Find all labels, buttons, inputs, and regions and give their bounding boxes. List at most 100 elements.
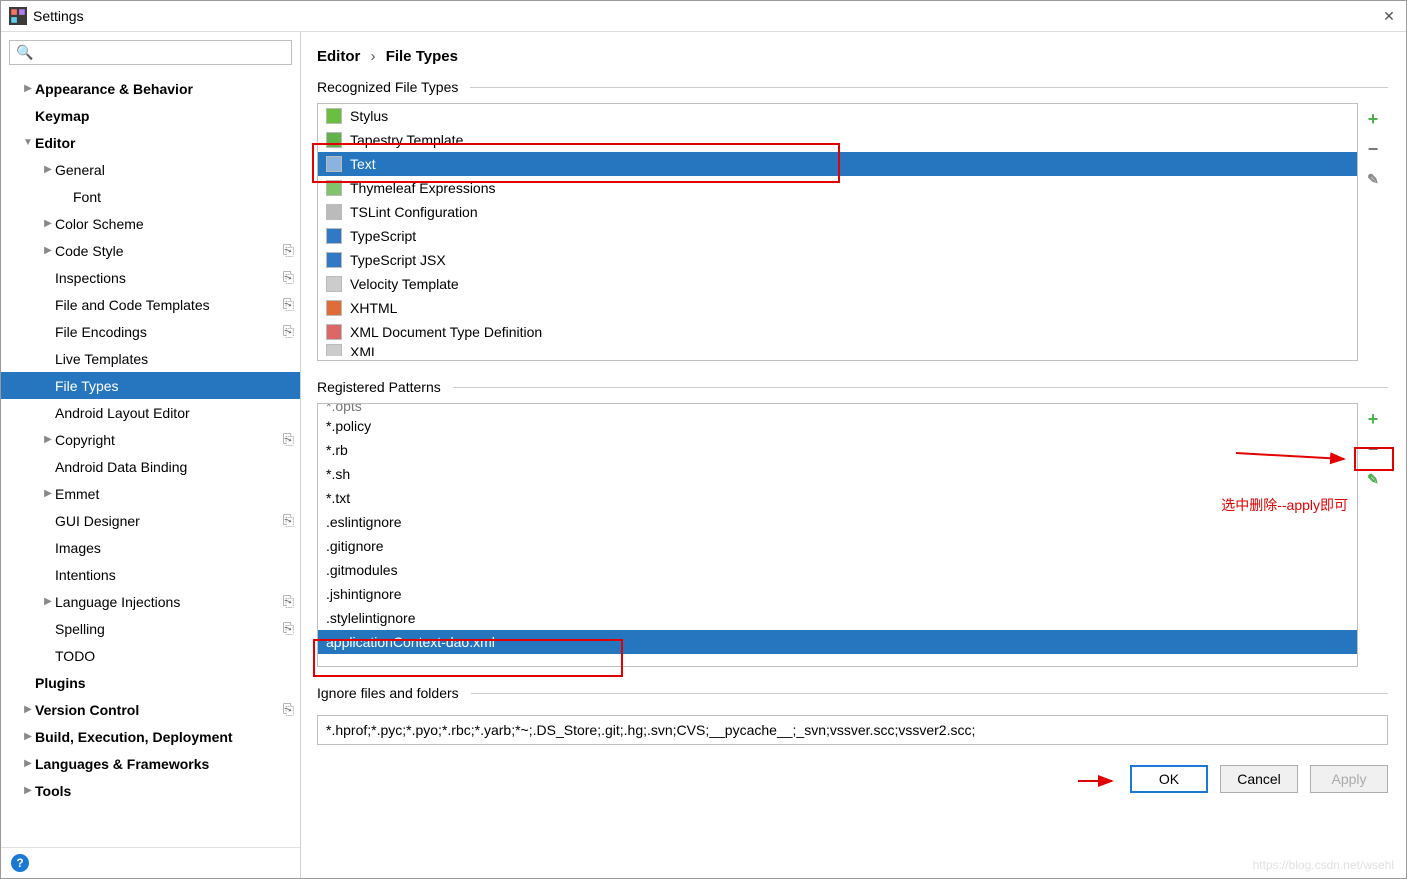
sidebar-item-label: Copyright — [55, 432, 283, 448]
filetype-row[interactable]: Text — [318, 152, 1357, 176]
filetype-row[interactable]: Tapestry Template — [318, 128, 1357, 152]
sidebar-item-label: Keymap — [35, 108, 294, 124]
filetype-row[interactable]: Thymeleaf Expressions — [318, 176, 1357, 200]
sidebar-item-gui-designer[interactable]: GUI Designer⎘ — [1, 507, 300, 534]
sidebar-item-android-data-binding[interactable]: Android Data Binding — [1, 453, 300, 480]
pattern-row[interactable]: .eslintignore — [318, 510, 1357, 534]
sidebar-item-label: Emmet — [55, 486, 294, 502]
sidebar-item-keymap[interactable]: Keymap — [1, 102, 300, 129]
filetype-row[interactable]: TypeScript JSX — [318, 248, 1357, 272]
settings-dialog: Settings 🔍 ▶Appearance & Behavior Keymap ▼… — [0, 0, 1407, 879]
pattern-row[interactable]: *.policy — [318, 414, 1357, 438]
pattern-row[interactable]: applicationContext-dao.xml — [318, 630, 1357, 654]
pattern-row[interactable]: *.opts — [318, 404, 1357, 414]
filetype-row[interactable]: XML Document Type Definition — [318, 320, 1357, 344]
close-icon[interactable] — [1380, 7, 1398, 25]
sidebar-item-languages-frameworks[interactable]: ▶Languages & Frameworks — [1, 750, 300, 777]
sidebar-item-file-and-code-templates[interactable]: File and Code Templates⎘ — [1, 291, 300, 318]
ignore-input[interactable] — [317, 715, 1388, 745]
filetypes-add-icon[interactable]: + — [1363, 109, 1383, 129]
sidebar-item-tools[interactable]: ▶Tools — [1, 777, 300, 804]
sidebar-item-font[interactable]: Font — [1, 183, 300, 210]
sidebar-item-android-layout-editor[interactable]: Android Layout Editor — [1, 399, 300, 426]
filetype-row[interactable]: XHTML — [318, 296, 1357, 320]
settings-tree[interactable]: ▶Appearance & BehaviorKeymap▼Editor▶Gene… — [1, 73, 300, 847]
sidebar-item-label: Android Layout Editor — [55, 405, 294, 421]
sidebar-item-label: Images — [55, 540, 294, 556]
sidebar-item-file-encodings[interactable]: File Encodings⎘ — [1, 318, 300, 345]
sidebar-item-copyright[interactable]: ▶Copyright⎘ — [1, 426, 300, 453]
pattern-row[interactable]: *.sh — [318, 462, 1357, 486]
filetype-row[interactable]: XML — [318, 344, 1357, 356]
sidebar-item-images[interactable]: Images — [1, 534, 300, 561]
sidebar-item-appearance-behavior[interactable]: ▶Appearance & Behavior — [1, 75, 300, 102]
sidebar-item-spelling[interactable]: Spelling⎘ — [1, 615, 300, 642]
search-input-wrapper[interactable]: 🔍 — [9, 40, 292, 65]
filetypes-remove-icon[interactable]: − — [1363, 139, 1383, 159]
sidebar-item-build-execution-deployment[interactable]: ▶Build, Execution, Deployment — [1, 723, 300, 750]
breadcrumb: Editor › File Types — [317, 42, 1388, 79]
ok-button[interactable]: OK — [1130, 765, 1208, 793]
filetype-row[interactable]: TypeScript — [318, 224, 1357, 248]
project-scope-icon: ⎘ — [283, 512, 294, 529]
patterns-edit-icon[interactable]: ✎ — [1363, 469, 1383, 489]
filetype-label: Thymeleaf Expressions — [350, 180, 496, 196]
project-scope-icon: ⎘ — [283, 593, 294, 610]
sidebar-item-editor[interactable]: ▼Editor — [1, 129, 300, 156]
sidebar-item-language-injections[interactable]: ▶Language Injections⎘ — [1, 588, 300, 615]
search-input[interactable] — [37, 45, 285, 61]
filetype-icon — [326, 156, 342, 172]
chevron-icon: ▶ — [21, 785, 35, 796]
patterns-side-actions: + − ✎ — [1358, 403, 1388, 667]
filetype-icon — [326, 300, 342, 316]
pattern-row[interactable]: *.rb — [318, 438, 1357, 462]
filetype-row[interactable]: TSLint Configuration — [318, 200, 1357, 224]
window-title: Settings — [33, 8, 84, 24]
pattern-row[interactable]: .jshintignore — [318, 582, 1357, 606]
filetypes-edit-icon[interactable]: ✎ — [1363, 169, 1383, 189]
breadcrumb-root[interactable]: Editor — [317, 48, 360, 65]
sidebar-item-label: Inspections — [55, 270, 283, 286]
sidebar-item-inspections[interactable]: Inspections⎘ — [1, 264, 300, 291]
filetypes-side-actions: + − ✎ — [1358, 103, 1388, 361]
filetype-row[interactable]: Velocity Template — [318, 272, 1357, 296]
sidebar-item-plugins[interactable]: Plugins — [1, 669, 300, 696]
patterns-add-icon[interactable]: + — [1363, 409, 1383, 429]
filetype-label: XML — [350, 344, 379, 356]
sidebar-item-file-types[interactable]: File Types — [1, 372, 300, 399]
app-icon — [9, 7, 27, 25]
sidebar-item-todo[interactable]: TODO — [1, 642, 300, 669]
sidebar-item-general[interactable]: ▶General — [1, 156, 300, 183]
titlebar: Settings — [1, 1, 1406, 32]
sidebar-item-intentions[interactable]: Intentions — [1, 561, 300, 588]
apply-button[interactable]: Apply — [1310, 765, 1388, 793]
sidebar-item-color-scheme[interactable]: ▶Color Scheme — [1, 210, 300, 237]
right-panel: Editor › File Types Recognized File Type… — [301, 32, 1406, 878]
filetype-label: TSLint Configuration — [350, 204, 478, 220]
project-scope-icon: ⎘ — [283, 620, 294, 637]
sidebar-item-label: General — [55, 162, 294, 178]
sidebar-item-live-templates[interactable]: Live Templates — [1, 345, 300, 372]
cancel-button[interactable]: Cancel — [1220, 765, 1298, 793]
pattern-row[interactable]: *.txt — [318, 486, 1357, 510]
sidebar-item-label: Android Data Binding — [55, 459, 294, 475]
help-icon[interactable]: ? — [11, 854, 29, 872]
patterns-list[interactable]: *.opts*.policy*.rb*.sh*.txt.eslintignore… — [317, 403, 1358, 667]
sidebar-item-code-style[interactable]: ▶Code Style⎘ — [1, 237, 300, 264]
pattern-row[interactable]: .gitignore — [318, 534, 1357, 558]
sidebar-item-version-control[interactable]: ▶Version Control⎘ — [1, 696, 300, 723]
pattern-row[interactable]: .gitmodules — [318, 558, 1357, 582]
sidebar-item-label: Plugins — [35, 675, 294, 691]
filetype-row[interactable]: Stylus — [318, 104, 1357, 128]
sidebar-item-label: File Types — [55, 378, 294, 394]
sidebar-item-emmet[interactable]: ▶Emmet — [1, 480, 300, 507]
sidebar-item-label: GUI Designer — [55, 513, 283, 529]
annotation-arrow-apply — [1078, 771, 1118, 791]
filetypes-list[interactable]: StylusTapestry TemplateText Thymeleaf Exp… — [317, 103, 1358, 361]
pattern-row[interactable]: .stylelintignore — [318, 606, 1357, 630]
patterns-remove-icon[interactable]: − — [1363, 439, 1383, 459]
chevron-icon: ▼ — [21, 137, 35, 148]
section-title-ignore: Ignore files and folders — [317, 685, 1388, 701]
left-panel: 🔍 ▶Appearance & BehaviorKeymap▼Editor▶Ge… — [1, 32, 301, 878]
sidebar-item-label: File Encodings — [55, 324, 283, 340]
